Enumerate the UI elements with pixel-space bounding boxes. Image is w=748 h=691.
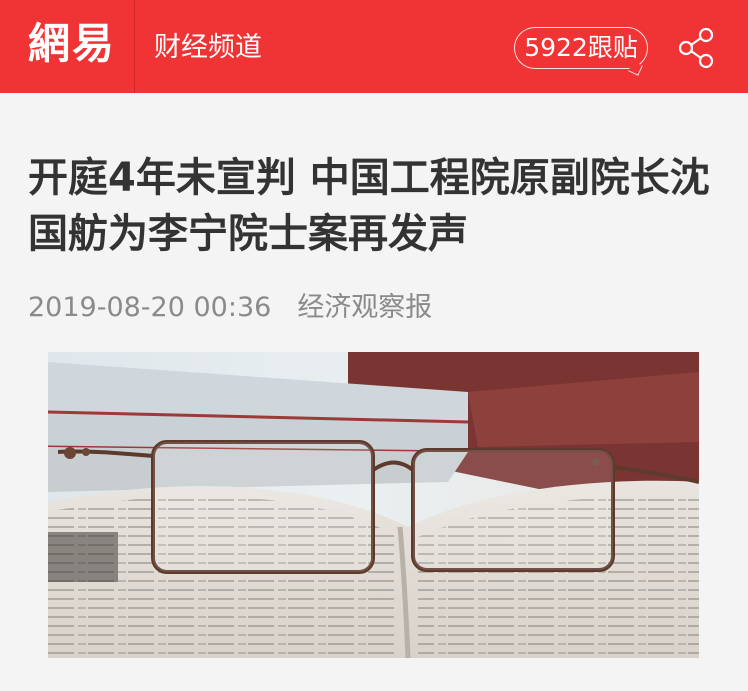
article-hero-image[interactable] — [48, 352, 699, 658]
article-source[interactable]: 经济观察报 — [297, 292, 432, 323]
publish-date: 2019-08-20 00:36 — [28, 292, 272, 323]
article-meta: 2019-08-20 00:36 经济观察报 — [28, 288, 432, 328]
share-icon — [678, 27, 714, 69]
share-button[interactable] — [676, 26, 720, 70]
netease-logo[interactable]: 網易 — [28, 18, 116, 70]
article-title: 开庭4年未宣判 中国工程院原副院长沈国舫为李宁院士案再发声 — [28, 155, 710, 257]
top-bar: 網易 财经频道 5922跟贴 — [0, 0, 748, 93]
glasses-on-book-illustration — [48, 352, 699, 658]
channel-name[interactable]: 财经频道 — [154, 28, 262, 68]
comment-count-button[interactable]: 5922跟贴 — [514, 27, 648, 69]
header-divider — [134, 0, 135, 93]
